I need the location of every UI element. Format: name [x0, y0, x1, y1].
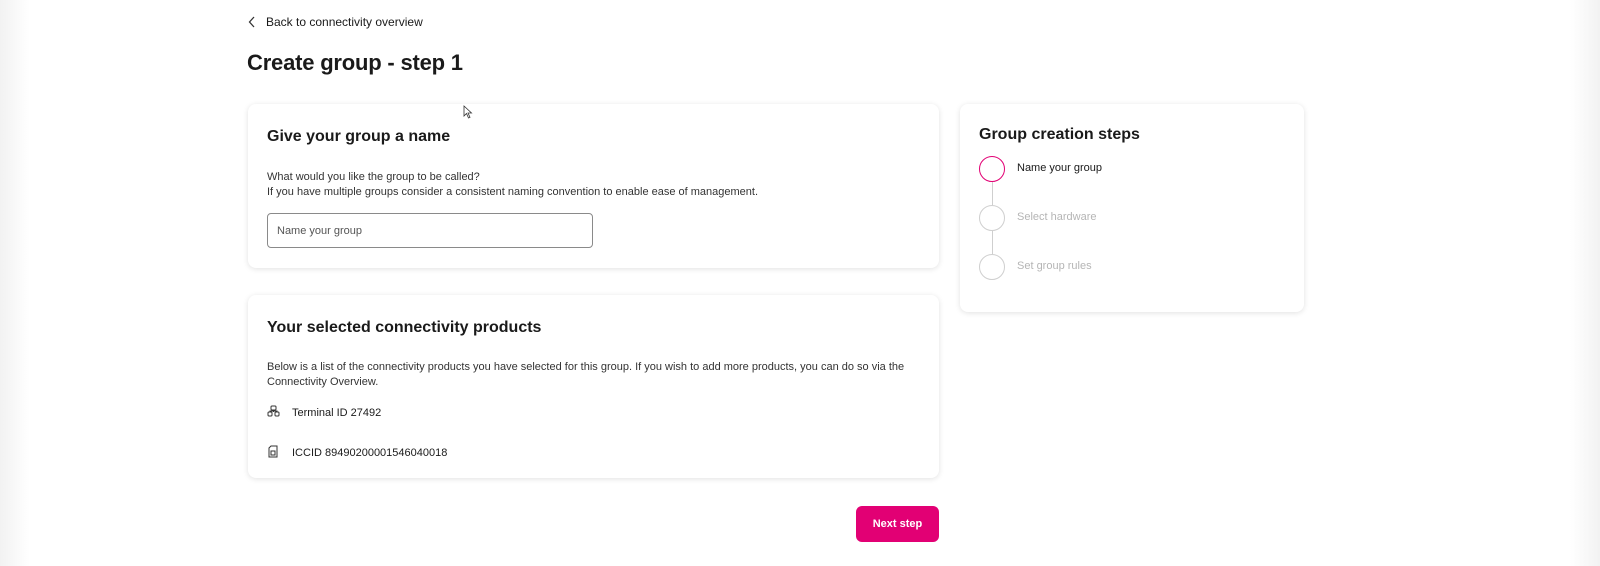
- mouse-pointer-icon: [463, 105, 473, 124]
- back-link-label: Back to connectivity overview: [266, 15, 423, 29]
- steps-card-title: Group creation steps: [979, 126, 1140, 143]
- back-link[interactable]: Back to connectivity overview: [248, 15, 423, 29]
- step-connector: [992, 182, 993, 205]
- selected-products-title: Your selected connectivity products: [267, 319, 542, 336]
- step-indicator: [979, 254, 1005, 280]
- selected-products-description: Below is a list of the connectivity prod…: [267, 361, 905, 388]
- step-label: Select hardware: [1017, 211, 1097, 223]
- step-label: Name your group: [1017, 162, 1102, 174]
- sim-card-icon: [267, 445, 280, 461]
- chevron-left-icon: [248, 16, 256, 28]
- group-name-description-line1: What would you like the group to be call…: [267, 171, 480, 183]
- product-item: Terminal ID 27492: [267, 405, 381, 421]
- group-name-card: Give your group a name What would you li…: [248, 104, 939, 268]
- step-indicator: [979, 205, 1005, 231]
- step-set-group-rules: Set group rules: [979, 254, 1102, 303]
- group-name-input[interactable]: [267, 213, 593, 248]
- group-name-card-title: Give your group a name: [267, 128, 451, 145]
- next-step-button[interactable]: Next step: [856, 506, 939, 542]
- product-item: ICCID 89490200001546040018: [267, 445, 447, 461]
- step-label: Set group rules: [1017, 260, 1092, 272]
- group-name-description: What would you like the group to be call…: [267, 170, 758, 200]
- selected-products-card: Your selected connectivity products Belo…: [248, 295, 939, 478]
- step-name-your-group: Name your group: [979, 156, 1102, 205]
- group-creation-steps-card: Group creation steps Name your group Sel…: [960, 104, 1304, 312]
- terminal-icon: [267, 405, 280, 421]
- steps-list: Name your group Select hardware Set grou…: [979, 156, 1102, 303]
- product-label: ICCID 89490200001546040018: [292, 447, 448, 459]
- group-name-description-line2: If you have multiple groups consider a c…: [267, 186, 759, 198]
- step-select-hardware: Select hardware: [979, 205, 1102, 254]
- page-title: Create group - step 1: [247, 50, 463, 75]
- product-label: Terminal ID 27492: [292, 407, 382, 419]
- step-connector: [992, 231, 993, 254]
- page: Back to connectivity overview Create gro…: [0, 0, 1600, 566]
- step-indicator: [979, 156, 1005, 182]
